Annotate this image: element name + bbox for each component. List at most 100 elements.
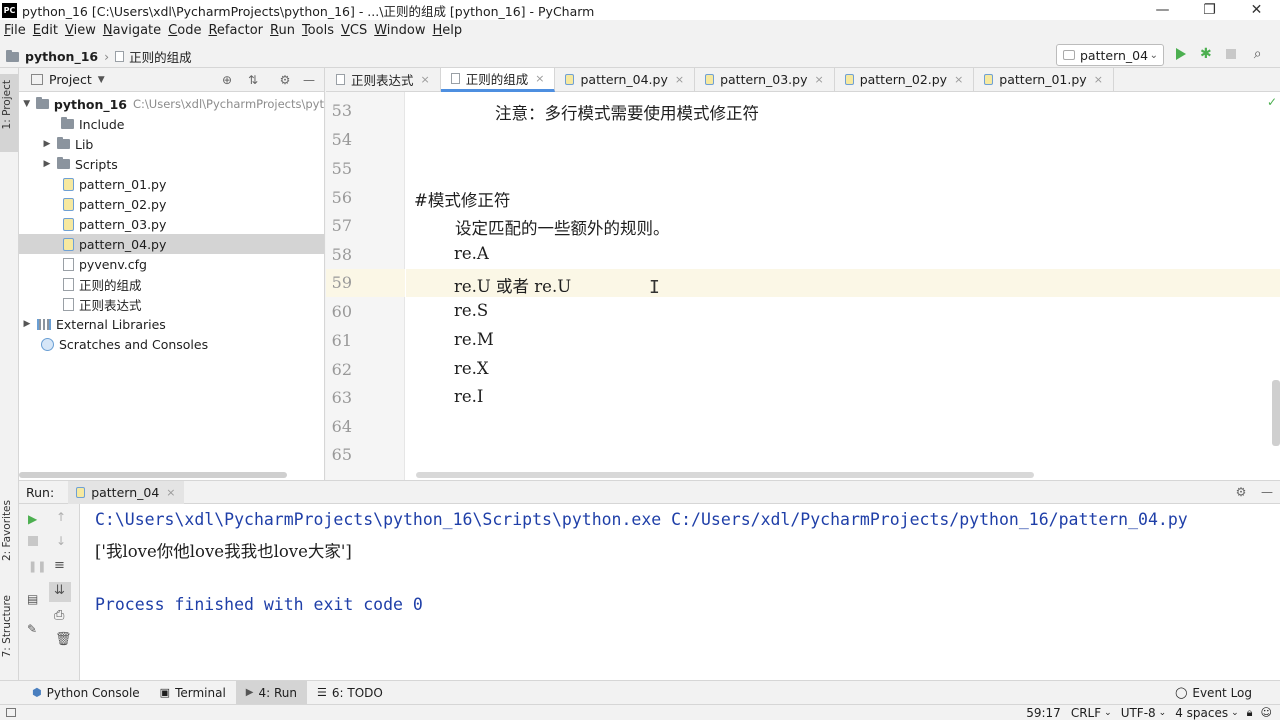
gear-icon[interactable]: ⚙ xyxy=(1234,485,1248,499)
collapse-all-icon[interactable]: ⇅ xyxy=(246,73,260,87)
pause-icon[interactable]: ❚❚ xyxy=(28,560,46,573)
collapsed-arrow-icon[interactable]: ▶ xyxy=(41,139,53,149)
tree-item-lib[interactable]: ▶ Lib xyxy=(19,134,324,154)
close-icon[interactable]: × xyxy=(1094,73,1103,86)
stop-icon[interactable] xyxy=(1225,49,1236,59)
close-icon[interactable]: × xyxy=(814,73,823,86)
breadcrumb-project[interactable]: python_16 xyxy=(25,49,98,64)
close-icon[interactable]: ✕ xyxy=(1233,0,1280,20)
run-tool-tab[interactable]: ▶ 4: Run xyxy=(235,680,307,705)
todo-tab[interactable]: ☰ 6: TODO xyxy=(307,681,393,705)
run-console[interactable]: C:\Users\xdl\PycharmProjects\python_16\S… xyxy=(80,504,1280,680)
caret-position[interactable]: 59:17 xyxy=(1026,706,1061,720)
tree-item-pattern-02[interactable]: pattern_02.py xyxy=(19,194,324,214)
line-separator[interactable]: CRLF xyxy=(1071,706,1101,720)
tree-item-scratches[interactable]: Scratches and Consoles xyxy=(19,334,324,354)
terminal-tab[interactable]: ▣ Terminal xyxy=(150,681,236,705)
code-line: re.M xyxy=(454,330,494,349)
gear-icon[interactable]: ⚙ xyxy=(278,73,292,87)
up-arrow-icon[interactable]: ↑ xyxy=(56,510,66,524)
tree-item-external-libraries[interactable]: ▶ External Libraries xyxy=(19,314,324,334)
run-icon[interactable] xyxy=(1176,48,1186,60)
tab-pattern-04[interactable]: pattern_04.py × xyxy=(555,67,696,92)
tab-pattern-02[interactable]: pattern_02.py × xyxy=(835,67,975,92)
collapsed-arrow-icon[interactable]: ▶ xyxy=(41,159,53,169)
menu-edit[interactable]: Edit xyxy=(30,23,61,38)
search-icon[interactable]: ⌕ xyxy=(1254,47,1262,61)
inspector-icon[interactable]: ☺ xyxy=(1261,706,1272,719)
down-arrow-icon[interactable]: ↓ xyxy=(56,534,66,548)
text-file-icon xyxy=(63,297,74,311)
tab-label: pattern_02.py xyxy=(859,72,948,87)
line-number: 55 xyxy=(331,159,352,178)
indent-setting[interactable]: 4 spaces xyxy=(1175,706,1228,720)
terminal-icon: ▣ xyxy=(159,686,171,699)
menu-tools[interactable]: Tools xyxy=(299,23,337,38)
menu-file[interactable]: File xyxy=(1,23,29,38)
tree-root[interactable]: ▼ python_16 C:\Users\xdl\PycharmProjects… xyxy=(19,94,324,114)
horizontal-scrollbar[interactable] xyxy=(19,472,287,478)
chevron-down-icon[interactable]: ▼ xyxy=(98,75,105,85)
menu-code[interactable]: Code xyxy=(165,23,204,38)
hide-panel-icon[interactable]: — xyxy=(1260,485,1274,499)
close-icon[interactable]: × xyxy=(675,73,684,86)
tree-item-pattern-04[interactable]: pattern_04.py xyxy=(19,234,324,254)
python-console-tab[interactable]: ⬢ Python Console xyxy=(22,681,150,705)
expanded-arrow-icon[interactable]: ▼ xyxy=(21,99,32,109)
minimize-icon[interactable]: — xyxy=(1139,0,1186,20)
tree-item-pyvenv[interactable]: pyvenv.cfg xyxy=(19,254,324,274)
hide-panel-icon[interactable]: — xyxy=(302,73,316,87)
close-icon[interactable]: × xyxy=(954,73,963,86)
tree-item-regex-composition[interactable]: 正则的组成 xyxy=(19,274,324,294)
menu-help[interactable]: Help xyxy=(430,23,466,38)
menu-refactor[interactable]: Refactor xyxy=(205,23,266,38)
layout-icon[interactable]: ▤ xyxy=(27,592,38,606)
restore-icon[interactable]: ❐ xyxy=(1186,0,1233,20)
file-encoding[interactable]: UTF-8 xyxy=(1121,706,1156,720)
tree-item-pattern-01[interactable]: pattern_01.py xyxy=(19,174,324,194)
print-icon[interactable]: ⎙ xyxy=(54,608,64,623)
breadcrumb-file[interactable]: 正则的组成 xyxy=(129,47,192,66)
line-number: 53 xyxy=(331,101,352,120)
structure-tool-tab[interactable]: 7: Structure xyxy=(1,595,13,657)
tree-item-regex-expression[interactable]: 正则表达式 xyxy=(19,294,324,314)
soft-wrap-icon[interactable]: ≡ xyxy=(54,558,65,573)
close-icon[interactable]: × xyxy=(535,72,544,85)
vertical-scrollbar[interactable] xyxy=(1272,380,1280,446)
menu-window[interactable]: Window xyxy=(371,23,428,38)
event-log-tab[interactable]: ◯ Event Log xyxy=(1165,681,1262,705)
close-icon[interactable]: × xyxy=(421,73,430,86)
lock-icon[interactable]: 🔒︎ xyxy=(1247,706,1253,720)
run-config-select[interactable]: pattern_04 ⌄ xyxy=(1056,44,1164,66)
pin-icon[interactable]: ✎ xyxy=(27,622,37,636)
rerun-icon[interactable]: ▶ xyxy=(28,512,37,526)
menu-run[interactable]: Run xyxy=(267,23,298,38)
menu-vcs[interactable]: VCS xyxy=(338,23,370,38)
tab-regex-composition[interactable]: 正则的组成 × xyxy=(440,67,556,92)
collapsed-arrow-icon[interactable]: ▶ xyxy=(21,319,33,329)
scratches-icon xyxy=(41,337,54,351)
line-number: 60 xyxy=(331,302,352,321)
code-editor[interactable]: 53 54 55 56 57 58 59 60 61 62 63 64 65 注… xyxy=(326,92,1280,480)
tree-item-include[interactable]: Include xyxy=(19,114,324,134)
tab-pattern-01[interactable]: pattern_01.py × xyxy=(974,67,1114,92)
menu-navigate[interactable]: Navigate xyxy=(100,23,164,38)
close-icon[interactable]: × xyxy=(166,486,175,499)
run-tab[interactable]: pattern_04 × xyxy=(68,480,184,504)
menu-view[interactable]: View xyxy=(62,23,99,38)
horizontal-scrollbar[interactable] xyxy=(416,472,1034,478)
trash-icon[interactable]: 🗑 xyxy=(55,632,72,647)
tab-regex-expression[interactable]: 正则表达式 × xyxy=(326,67,441,92)
stop-icon[interactable] xyxy=(28,536,38,546)
scroll-to-end-icon[interactable]: ⇊ xyxy=(54,583,65,598)
debug-icon[interactable]: ✱ xyxy=(1200,47,1212,61)
project-tool-tab[interactable]: 1: Project xyxy=(1,80,13,129)
favorites-tool-tab[interactable]: 2: Favorites xyxy=(1,500,13,561)
tree-item-scripts[interactable]: ▶ Scripts xyxy=(19,154,324,174)
left-tool-stripe: 1: Project 2: Favorites 7: Structure xyxy=(0,68,19,680)
tool-window-toggle-icon[interactable] xyxy=(6,708,16,717)
project-panel-title[interactable]: Project xyxy=(49,72,92,87)
tree-item-pattern-03[interactable]: pattern_03.py xyxy=(19,214,324,234)
tab-pattern-03[interactable]: pattern_03.py × xyxy=(695,67,835,92)
locate-icon[interactable]: ⊕ xyxy=(220,73,234,87)
